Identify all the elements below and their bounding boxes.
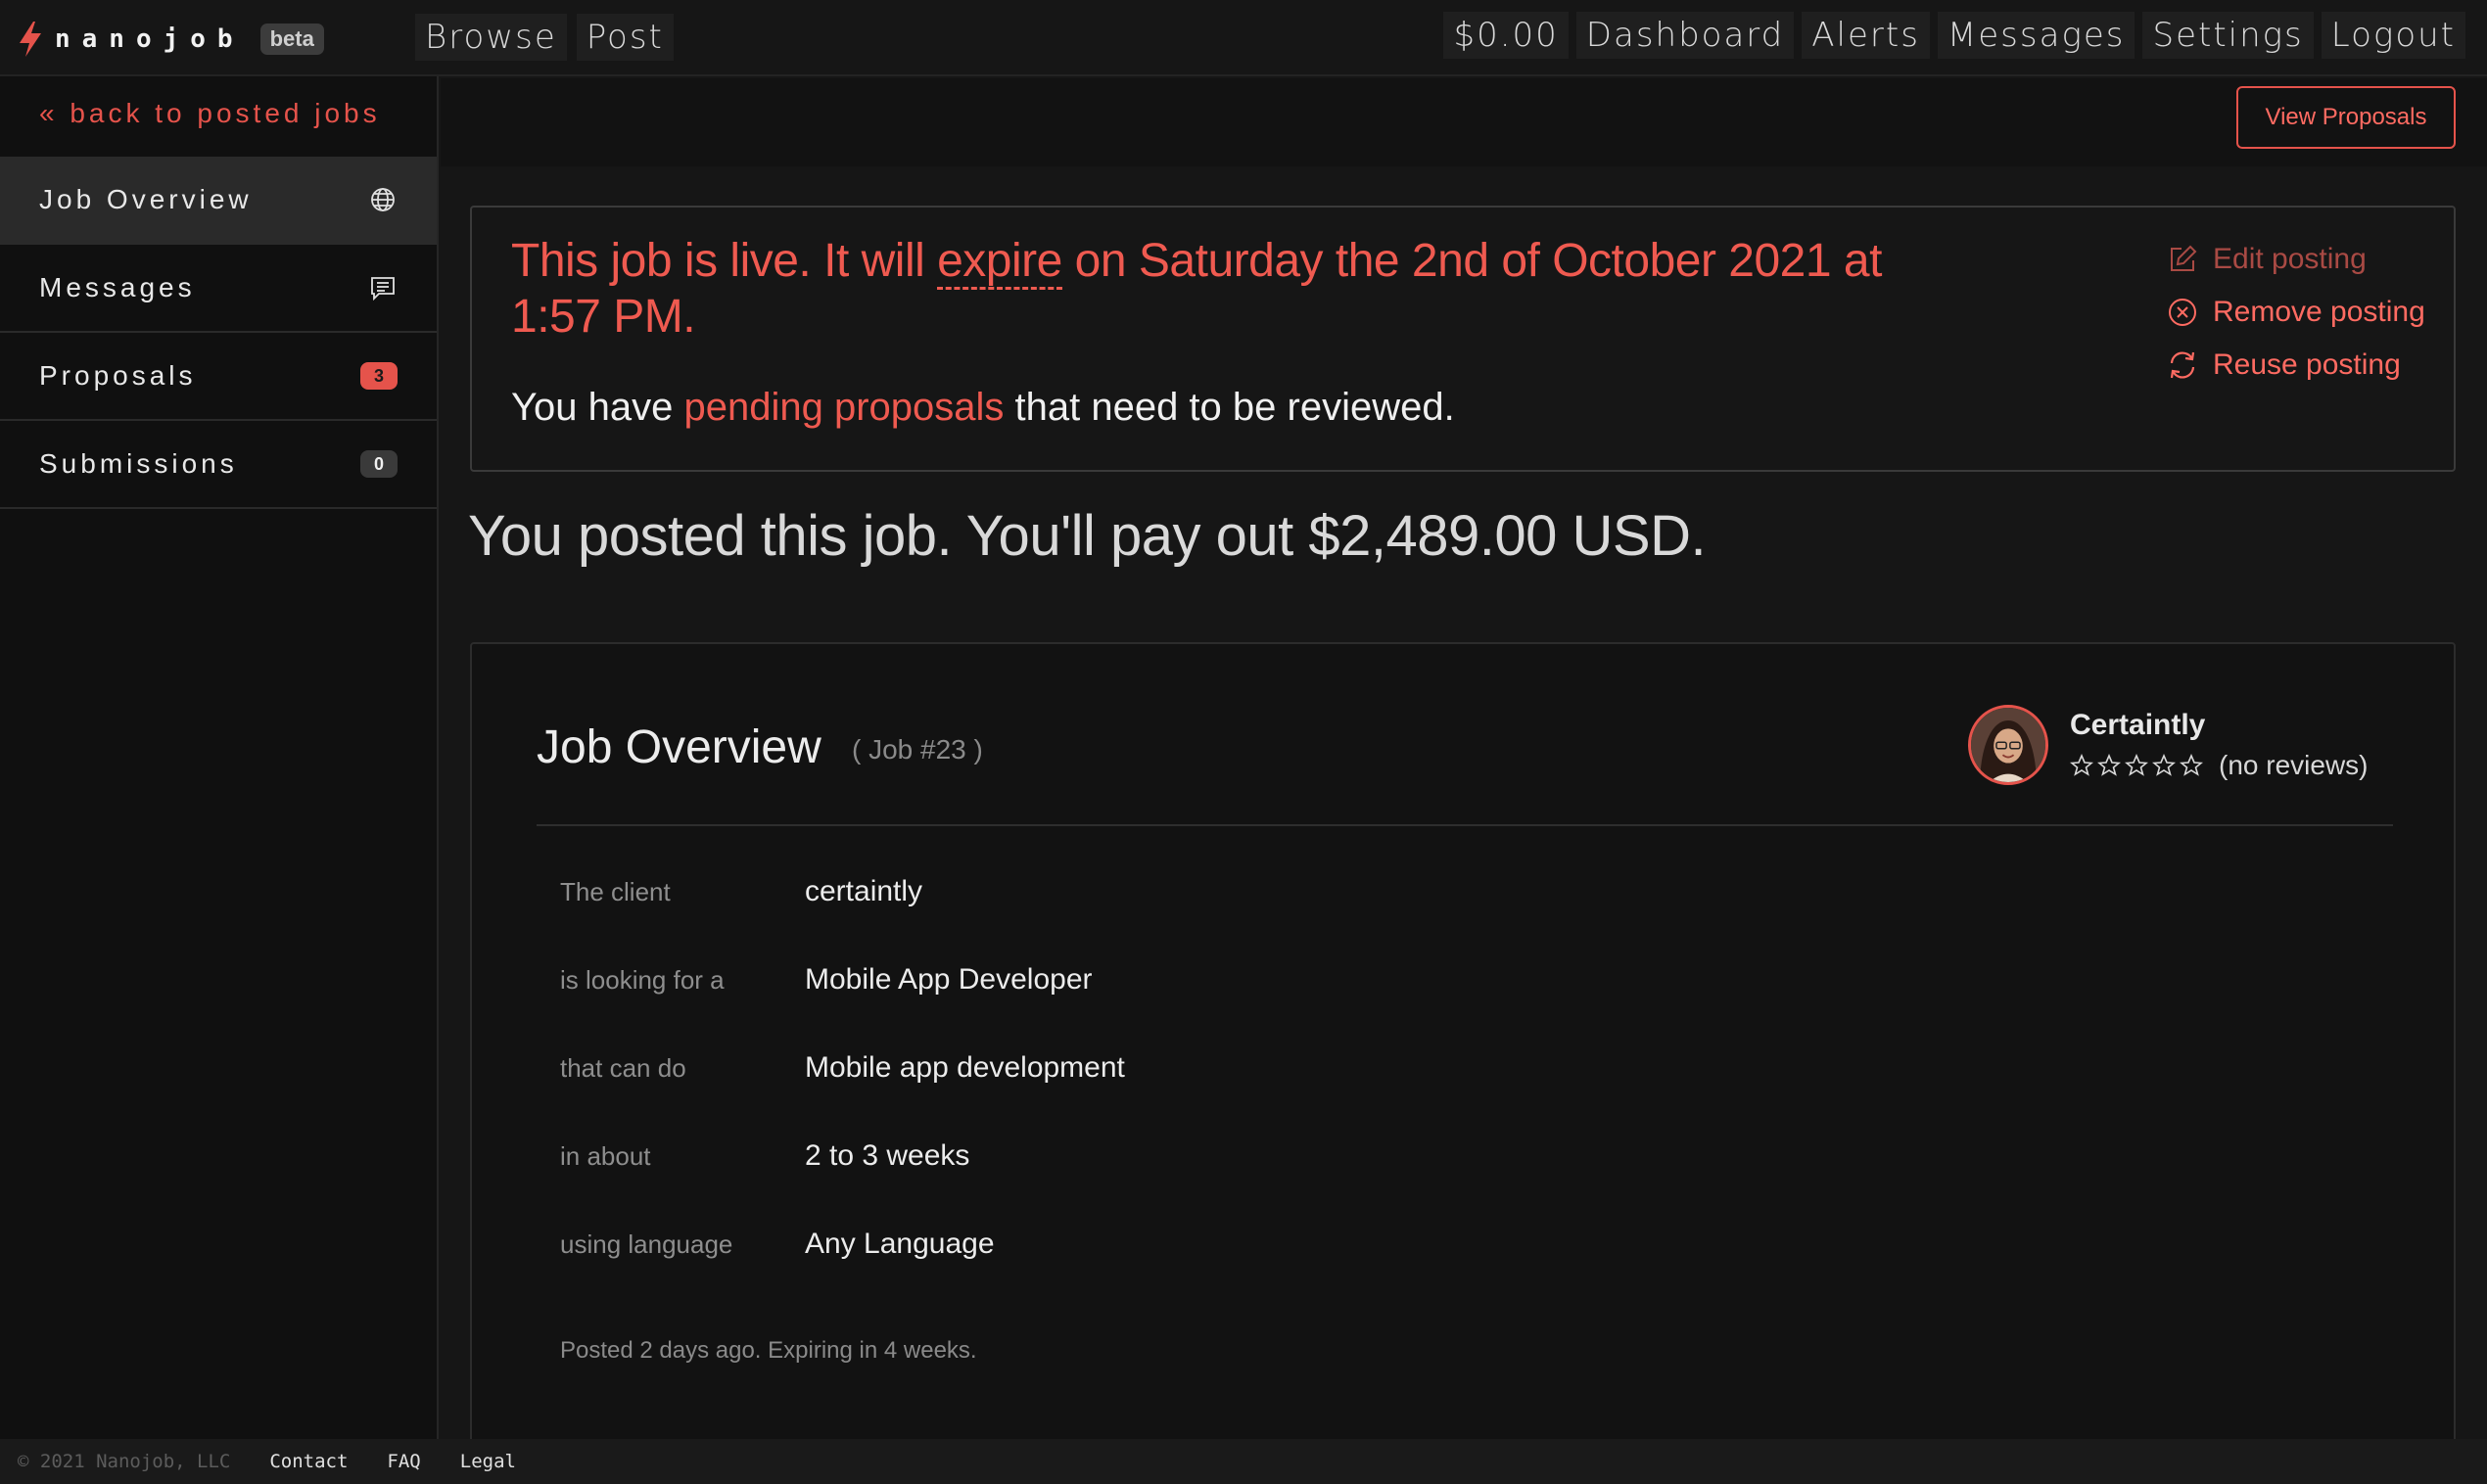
logo-wordmark: nanojob [55, 24, 245, 54]
remove-circle-icon [2169, 299, 2196, 326]
nav-messages[interactable]: Messages [1937, 12, 2135, 59]
logo[interactable]: nanojob beta [16, 20, 324, 59]
refresh-icon [2170, 351, 2195, 379]
edit-posting-button[interactable]: Edit posting [2166, 233, 2425, 286]
job-live-message: This job is live. It will expire on Satu… [511, 233, 1941, 345]
notice-title-prefix: This job is live. It will [511, 235, 938, 287]
sidebar-item-messages[interactable]: Messages [0, 245, 437, 333]
nav-browse[interactable]: Browse [415, 14, 567, 61]
pending-proposals-link[interactable]: pending proposals [683, 386, 1004, 429]
detail-value: certaintly [805, 875, 923, 907]
reuse-posting-label: Reuse posting [2213, 348, 2401, 381]
nav-post[interactable]: Post [576, 14, 674, 61]
detail-label: is looking for a [560, 965, 725, 995]
top-navbar: nanojob beta Browse Post $0.00 Dashboard… [0, 0, 2487, 76]
sidebar: « back to posted jobs Job Overview Messa… [0, 76, 439, 1439]
divider [537, 824, 2393, 826]
expire-link[interactable]: expire [937, 235, 1062, 290]
nav-dashboard[interactable]: Dashboard [1575, 12, 1795, 59]
sidebar-item-job-overview[interactable]: Job Overview [0, 157, 437, 245]
card-title: Job Overview [537, 721, 821, 773]
job-details: The client certaintly is looking for a M… [560, 875, 1125, 1316]
sidebar-menu: Job Overview Messages Proposals 3 Submis… [0, 157, 437, 509]
avatar[interactable] [1968, 705, 2048, 785]
nav-settings[interactable]: Settings [2142, 12, 2314, 59]
nav-alerts[interactable]: Alerts [1802, 12, 1930, 59]
star-outline-icon [2070, 754, 2093, 776]
edit-icon [2171, 245, 2197, 271]
poster-profile[interactable]: Certaintly (no reviews) [1968, 705, 2368, 785]
footer-link-legal[interactable]: Legal [460, 1451, 516, 1472]
sidebar-item-submissions[interactable]: Submissions 0 [0, 421, 437, 509]
reviews-count: (no reviews) [2219, 750, 2369, 780]
sidebar-item-proposals[interactable]: Proposals 3 [0, 333, 437, 421]
job-number: ( Job #23 ) [852, 734, 983, 765]
detail-label: that can do [560, 1053, 686, 1083]
nav-logout[interactable]: Logout [2321, 12, 2465, 59]
star-outline-icon [2180, 754, 2203, 776]
detail-row-language: using language Any Language [560, 1228, 1125, 1316]
job-overview-card: Job Overview ( Job #23 ) Certaintly (no … [470, 642, 2456, 1445]
star-outline-icon [2125, 754, 2148, 776]
proposals-count-badge: 3 [360, 362, 398, 390]
edit-posting-label: Edit posting [2213, 243, 2367, 275]
message-icon [371, 277, 395, 301]
detail-row-skill: that can do Mobile app development [560, 1051, 1125, 1139]
detail-value: 2 to 3 weeks [805, 1139, 970, 1172]
submissions-count-badge: 0 [360, 450, 398, 478]
star-outline-icon [2152, 754, 2176, 776]
sidebar-item-label: Messages [39, 272, 196, 302]
detail-label: in about [560, 1141, 651, 1171]
remove-posting-label: Remove posting [2213, 296, 2425, 328]
copyright: © 2021 Nanojob, LLC [18, 1451, 231, 1472]
remove-posting-button[interactable]: Remove posting [2166, 286, 2425, 339]
primary-nav: Browse Post [415, 14, 674, 61]
footer: © 2021 Nanojob, LLC Contact FAQ Legal [0, 1439, 2487, 1484]
footer-link-faq[interactable]: FAQ [387, 1451, 420, 1472]
star-rating: (no reviews) [2070, 750, 2368, 781]
globe-icon [371, 188, 395, 211]
detail-row-role: is looking for a Mobile App Developer [560, 963, 1125, 1051]
back-to-posted-jobs-link[interactable]: « back to posted jobs [39, 98, 381, 129]
avatar-portrait-icon [1971, 708, 2045, 782]
poster-info: Certaintly (no reviews) [2070, 709, 2368, 781]
sidebar-item-label: Submissions [39, 448, 238, 479]
footer-link-contact[interactable]: Contact [269, 1451, 348, 1472]
beta-badge: beta [259, 23, 324, 55]
sidebar-item-label: Job Overview [39, 184, 253, 214]
nav-balance[interactable]: $0.00 [1443, 12, 1569, 59]
account-nav: $0.00 Dashboard Alerts Messages Settings… [1443, 12, 2465, 59]
notice-sub-prefix: You have [511, 386, 684, 429]
posted-timestamp: Posted 2 days ago. Expiring in 4 weeks. [560, 1337, 977, 1364]
posting-actions: Edit posting Remove posting Reuse postin… [2166, 233, 2425, 392]
notice-sub-suffix: that need to be reviewed. [1004, 386, 1455, 429]
poster-name[interactable]: Certaintly [2070, 709, 2368, 742]
detail-value: Mobile App Developer [805, 963, 1093, 996]
detail-label: using language [560, 1229, 733, 1259]
lightning-bolt-icon [20, 22, 41, 57]
reuse-posting-button[interactable]: Reuse posting [2166, 339, 2425, 392]
detail-row-duration: in about 2 to 3 weeks [560, 1139, 1125, 1228]
detail-label: The client [560, 877, 671, 906]
job-status-notice: This job is live. It will expire on Satu… [470, 206, 2456, 472]
sidebar-item-label: Proposals [39, 360, 197, 391]
detail-value: Any Language [805, 1228, 995, 1260]
detail-row-client: The client certaintly [560, 875, 1125, 963]
detail-value: Mobile app development [805, 1051, 1125, 1084]
content-header: View Proposals [441, 78, 2487, 166]
view-proposals-button[interactable]: View Proposals [2236, 86, 2456, 149]
payout-headline: You posted this job. You'll pay out $2,4… [468, 504, 1707, 568]
pending-proposals-message: You have pending proposals that need to … [511, 386, 1455, 430]
star-outline-icon [2097, 754, 2121, 776]
